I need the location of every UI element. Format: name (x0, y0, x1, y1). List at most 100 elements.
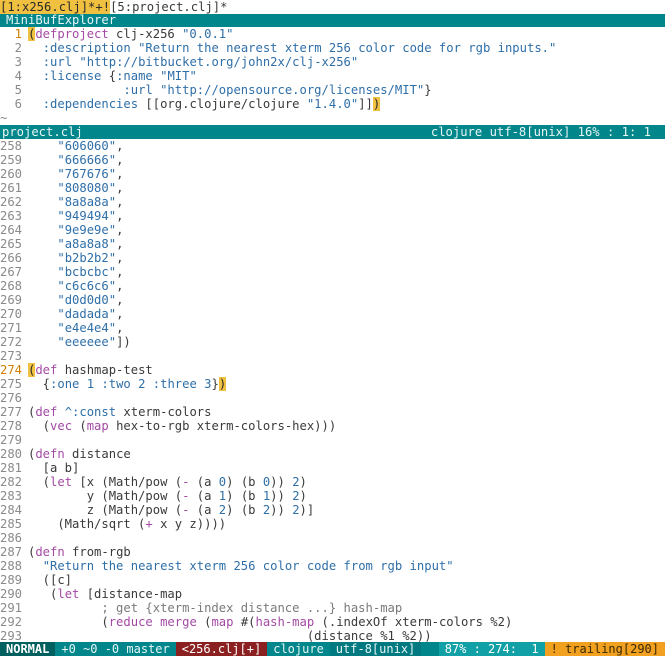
airline-statusline: NORMAL +0 ~0 -0 master <256.clj[+] cloju… (0, 642, 665, 656)
code-token: :url (123, 83, 153, 97)
code-line[interactable]: 270 "dadada", (0, 307, 665, 321)
code-line[interactable]: 274 (def hashmap-test (0, 363, 665, 377)
code-line[interactable]: 269 "d0d0d0", (0, 293, 665, 307)
code-line[interactable]: 278 (vec (map hex-to-rgb xterm-colors-he… (0, 419, 665, 433)
code-line[interactable]: 265 "a8a8a8", (0, 237, 665, 251)
line-number: 264 (0, 223, 23, 237)
buffer-tab-active[interactable]: [1:x256.clj]*+! (0, 0, 111, 14)
code-line[interactable]: 261 "808080", (0, 181, 665, 195)
code-line[interactable]: 284 z (Math/pow (- (a 2) (b 2)) 2)] (0, 503, 665, 517)
code-line[interactable]: 283 y (Math/pow (- (a 1) (b 1)) 2) (0, 489, 665, 503)
code-token: ( (28, 475, 51, 489)
code-token: + (145, 517, 153, 531)
code-token: [distance-map (79, 587, 183, 601)
code-token: ; get {xterm-index distance ...} hash-ma… (101, 601, 403, 615)
code-line[interactable]: 263 "949494", (0, 209, 665, 223)
code-token: "1.4.0" (306, 97, 359, 111)
code-text: "d0d0d0", (28, 293, 123, 307)
code-token: "dadada" (57, 307, 117, 321)
code-line[interactable]: 267 "bcbcbc", (0, 265, 665, 279)
line-number: 6 (14, 97, 22, 111)
code-line[interactable]: 285 (Math/sqrt (+ x y z)))) (0, 517, 665, 531)
code-token: (a (189, 503, 219, 517)
code-line[interactable]: 4 :license {:name "MIT" (0, 69, 665, 83)
code-line[interactable]: 279 (0, 433, 665, 447)
code-token: :two (101, 377, 131, 391)
code-line[interactable]: 3 :url "http://bitbucket.org/john2x/clj-… (0, 55, 665, 69)
code-line[interactable]: 286 (0, 531, 665, 545)
code-line[interactable]: 280 (defn distance (0, 447, 665, 461)
code-line[interactable]: 288 "Return the nearest xterm 256 color … (0, 559, 665, 573)
code-line[interactable]: 268 "c6c6c6", (0, 279, 665, 293)
code-token: hashmap-test (57, 363, 153, 377)
line-number: 281 (0, 461, 23, 475)
line-number: 278 (0, 419, 23, 433)
line-number: 286 (0, 531, 23, 545)
code-line[interactable]: 258 "606060", (0, 139, 665, 153)
code-line[interactable]: 260 "767676", (0, 167, 665, 181)
code-token: y (Math/pow ( (28, 489, 183, 503)
code-line[interactable]: 2 :description "Return the nearest xterm… (0, 41, 665, 55)
code-line[interactable]: 290 (let [distance-map (0, 587, 665, 601)
code-line[interactable]: 272 "eeeeee"]) (0, 335, 665, 349)
code-line[interactable]: 275 {:one 1 :two 2 :three 3}) (0, 377, 665, 391)
code-text: "666666", (28, 153, 123, 167)
code-line[interactable]: 6 :dependencies [[org.clojure/clojure "1… (0, 97, 665, 111)
filetype: clojure (267, 642, 330, 656)
code-token: "808080" (57, 181, 117, 195)
code-line[interactable]: 5 :url "http://opensource.org/licenses/M… (0, 83, 665, 97)
code-text: (Math/sqrt (+ x y z)))) (28, 517, 226, 531)
code-line[interactable]: 1 (defproject clj-x256 "0.0.1" (0, 27, 665, 41)
code-token: , (116, 307, 124, 321)
code-token: , (116, 293, 124, 307)
code-line[interactable]: 273 (0, 349, 665, 363)
code-token: "eeeeee" (57, 335, 117, 349)
buffer-tabline: [1:x256.clj]*+![5:project.clj]* (0, 0, 665, 14)
code-token: defn (35, 447, 65, 461)
command-line[interactable] (0, 656, 665, 669)
code-token: z (Math/pow ( (28, 503, 183, 517)
code-token: 3 (204, 377, 212, 391)
buffer-tab-project[interactable]: [5:project.clj]* (110, 0, 227, 14)
code-line[interactable]: 293 (distance %1 %2)) (0, 629, 665, 643)
line-number: 292 (0, 615, 23, 629)
code-line[interactable]: 259 "666666", (0, 153, 665, 167)
code-token: (Math/sqrt ( (28, 517, 146, 531)
line-number: 287 (0, 545, 23, 559)
code-token: } (211, 377, 219, 391)
code-token: "e4e4e4" (57, 321, 117, 335)
code-line[interactable]: 271 "e4e4e4", (0, 321, 665, 335)
code-line[interactable]: 277 (def ^:const xterm-colors (0, 405, 665, 419)
code-line[interactable]: 262 "8a8a8a", (0, 195, 665, 209)
code-text: "606060", (28, 139, 123, 153)
line-number: 261 (0, 181, 23, 195)
main-editor-window[interactable]: 258 "606060", 259 "666666", 260 "767676", 2… (0, 139, 665, 643)
code-token: xterm-colors (116, 405, 212, 419)
code-line[interactable]: 264 "9e9e9e", (0, 223, 665, 237)
code-token: ( (196, 615, 212, 629)
code-line[interactable]: 266 "b2b2b2", (0, 251, 665, 265)
line-number: 284 (0, 503, 23, 517)
code-token: )) (270, 489, 293, 503)
code-line[interactable]: 289 ([c] (0, 573, 665, 587)
code-line[interactable]: 281 [a b] (0, 461, 665, 475)
code-line[interactable]: 291 ; get {xterm-index distance ...} has… (0, 601, 665, 615)
code-line[interactable]: 287 (defn from-rgb (0, 545, 665, 559)
code-token: "b2b2b2" (57, 251, 117, 265)
code-line[interactable]: 292 (reduce merge (map #(hash-map (.inde… (0, 615, 665, 629)
top-window[interactable]: 1 (defproject clj-x256 "0.0.1" 2 :descript… (0, 27, 665, 111)
line-number: 3 (14, 55, 22, 69)
code-line[interactable]: 276 (0, 391, 665, 405)
code-line[interactable]: 282 (let [x (Math/pow (- (a 0) (b 0)) 2) (0, 475, 665, 489)
code-token: ([c] (28, 573, 73, 587)
code-token: hex-to-rgb xterm-colors-hex))) (108, 419, 337, 433)
code-token: "c6c6c6" (57, 279, 117, 293)
